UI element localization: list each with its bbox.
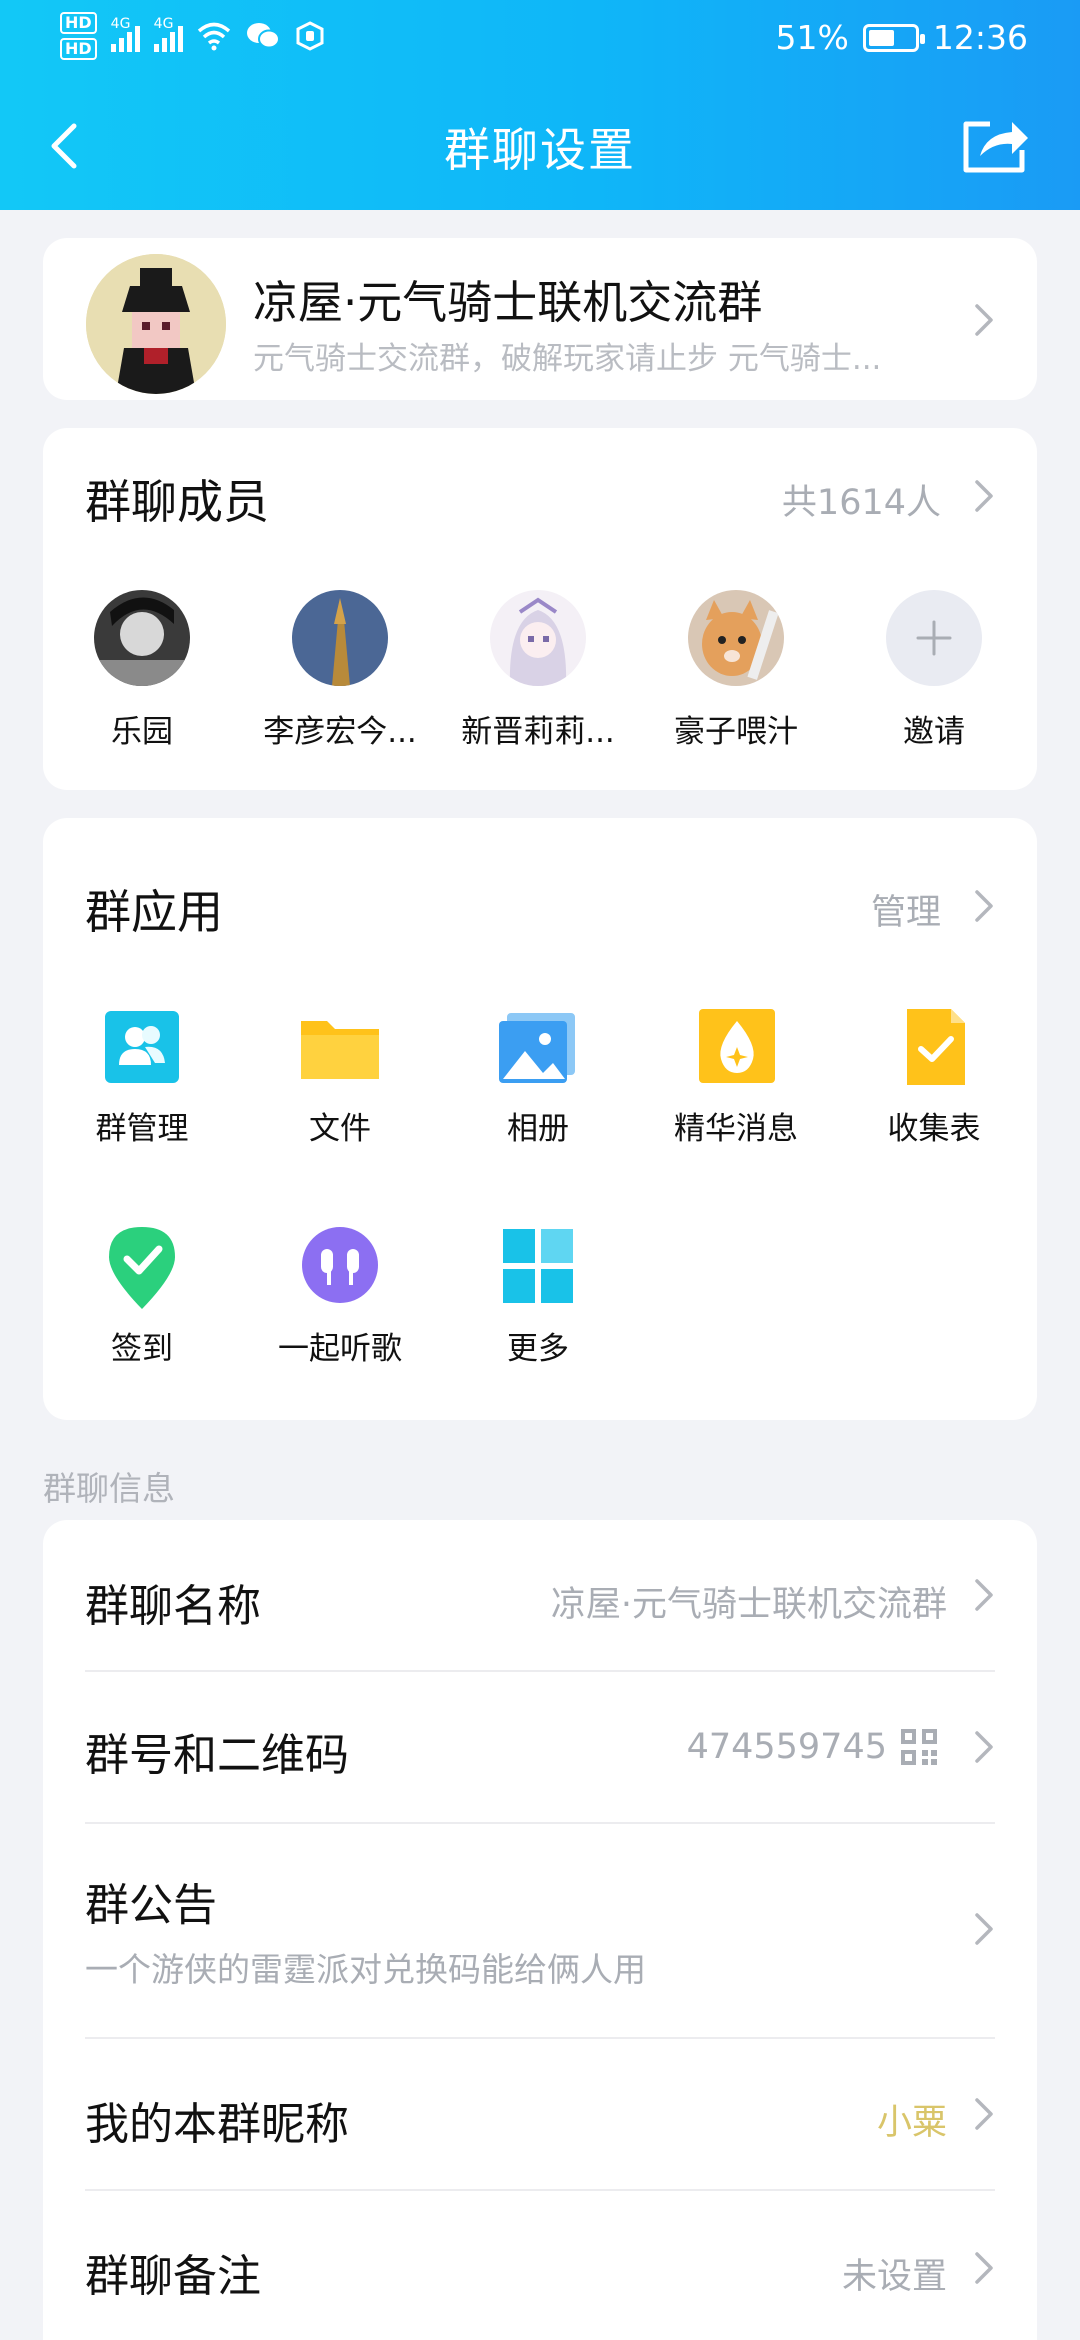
row-announcement[interactable]: 群公告 一个游侠的雷霆派对兑换码能给俩人用 <box>43 1823 1037 2037</box>
member-avatar <box>490 590 586 686</box>
group-avatar <box>86 254 226 394</box>
app-group-manage[interactable]: 群管理 <box>43 1003 241 1148</box>
checkin-icon <box>97 1223 187 1309</box>
battery-icon <box>862 23 925 52</box>
members-title: 群聊成员 <box>85 475 269 529</box>
app-checkin[interactable]: 签到 <box>43 1223 241 1368</box>
wifi-icon <box>197 22 230 51</box>
member-item[interactable]: 豪子喂汁 <box>637 590 835 751</box>
wechat-icon <box>246 23 280 49</box>
group-info-card: 群聊名称 凉屋·元气骑士联机交流群 群号和二维码 474559745 群公告 一… <box>43 1520 1037 2340</box>
app-label: 相册 <box>507 1111 569 1147</box>
row-my-nickname[interactable]: 我的本群昵称 小粟 <box>43 2038 1037 2189</box>
group-description: 元气骑士交流群，破解玩家请止步 元气骑士... <box>253 341 882 377</box>
group-name-label: 群聊名称 <box>85 1581 261 1632</box>
announcement-value: 一个游侠的雷霆派对兑换码能给俩人用 <box>85 1950 646 1989</box>
chevron-right-icon[interactable] <box>973 886 997 926</box>
invite-button[interactable]: 邀请 <box>835 590 1033 751</box>
chevron-right-icon <box>973 300 997 340</box>
hd2-badge: HD <box>60 38 97 60</box>
group-name: 凉屋·元气骑士联机交流群 <box>253 276 763 329</box>
member-name: 李彦宏今... <box>263 714 417 750</box>
members-card: 群聊成员 共1614人 乐园 李彦宏今... 新晋莉莉... 豪子喂汁 邀请 <box>43 428 1037 790</box>
member-avatar <box>94 590 190 686</box>
album-icon <box>493 1003 583 1089</box>
app-label: 文件 <box>309 1111 371 1147</box>
status-bar: HD HD 4G 4G 51% 12:36 <box>0 0 1080 75</box>
chevron-right-icon <box>973 1575 997 1615</box>
member-avatar <box>688 590 784 686</box>
network-label-2: 4G <box>153 16 174 32</box>
invite-avatar <box>886 590 982 686</box>
remark-value: 未设置 <box>841 2257 947 2297</box>
group-id-value: 474559745 <box>686 1727 887 1767</box>
apps-manage[interactable]: 管理 <box>871 884 941 935</box>
info-section-label: 群聊信息 <box>43 1469 175 1508</box>
member-item[interactable]: 乐园 <box>43 590 241 751</box>
member-list: 乐园 李彦宏今... 新晋莉莉... 豪子喂汁 邀请 <box>43 590 1037 751</box>
chevron-right-icon <box>973 1727 997 1767</box>
more-grid-icon <box>493 1223 583 1309</box>
app-album[interactable]: 相册 <box>439 1003 637 1148</box>
group-profile-card[interactable]: 凉屋·元气骑士联机交流群 元气骑士交流群，破解玩家请止步 元气骑士... <box>43 238 1037 400</box>
apps-title: 群应用 <box>85 885 223 939</box>
remark-label: 群聊备注 <box>85 2251 261 2302</box>
group-manage-icon <box>97 1003 187 1089</box>
chevron-right-icon[interactable] <box>973 476 997 516</box>
group-id-label: 群号和二维码 <box>85 1730 349 1781</box>
form-icon <box>889 1003 979 1089</box>
app-label: 收集表 <box>887 1111 981 1147</box>
members-count[interactable]: 共1614人 <box>782 474 941 525</box>
app-essence[interactable]: 精华消息 <box>637 1003 835 1148</box>
nickname-value: 小粟 <box>876 2103 947 2143</box>
invite-label: 邀请 <box>903 714 965 750</box>
battery-percent: 51% <box>775 18 849 57</box>
folder-icon <box>295 1003 385 1089</box>
member-avatar <box>292 590 388 686</box>
share-icon <box>963 121 1028 173</box>
group-name-value: 凉屋·元气骑士联机交流群 <box>550 1585 947 1625</box>
clock: 12:36 <box>932 18 1028 57</box>
app-label: 一起听歌 <box>278 1331 402 1367</box>
hd1-badge: HD <box>60 12 97 34</box>
app-label: 群管理 <box>95 1111 189 1147</box>
member-item[interactable]: 新晋莉莉... <box>439 590 637 751</box>
essence-icon <box>691 1003 781 1089</box>
app-more[interactable]: 更多 <box>439 1223 637 1368</box>
app-label: 精华消息 <box>674 1111 798 1147</box>
qr-code-icon <box>899 1727 939 1767</box>
member-item[interactable]: 李彦宏今... <box>241 590 439 751</box>
app-files[interactable]: 文件 <box>241 1003 439 1148</box>
row-group-remark[interactable]: 群聊备注 未设置 <box>43 2190 1037 2340</box>
group-apps-card: 群应用 管理 群管理 文件 相册 精华消息 收集表 签到 一起听歌 更多 <box>43 818 1037 1420</box>
app-listen-together[interactable]: 一起听歌 <box>241 1223 439 1368</box>
chevron-right-icon <box>973 2094 997 2134</box>
plus-icon <box>916 620 952 656</box>
row-group-id[interactable]: 群号和二维码 474559745 <box>43 1671 1037 1822</box>
member-name: 豪子喂汁 <box>674 714 798 750</box>
row-group-name[interactable]: 群聊名称 凉屋·元气骑士联机交流群 <box>43 1520 1037 1670</box>
network-label-1: 4G <box>110 16 131 32</box>
share-button[interactable] <box>960 112 1032 176</box>
nav-bar: 群聊设置 <box>0 100 1080 190</box>
chevron-right-icon <box>973 1909 997 1949</box>
header: HD HD 4G 4G 51% 12:36 群聊设置 <box>0 0 1080 210</box>
hd-indicator: HD HD <box>60 12 97 60</box>
shield-hand-icon <box>296 21 324 51</box>
member-name: 新晋莉莉... <box>461 714 615 750</box>
app-form[interactable]: 收集表 <box>835 1003 1033 1148</box>
app-label: 签到 <box>111 1331 173 1367</box>
member-name: 乐园 <box>111 714 173 750</box>
chevron-right-icon <box>973 2248 997 2288</box>
headphones-icon <box>295 1223 385 1309</box>
nickname-label: 我的本群昵称 <box>85 2099 349 2150</box>
page-title: 群聊设置 <box>444 123 636 177</box>
announcement-label: 群公告 <box>85 1880 217 1931</box>
app-label: 更多 <box>507 1331 569 1367</box>
